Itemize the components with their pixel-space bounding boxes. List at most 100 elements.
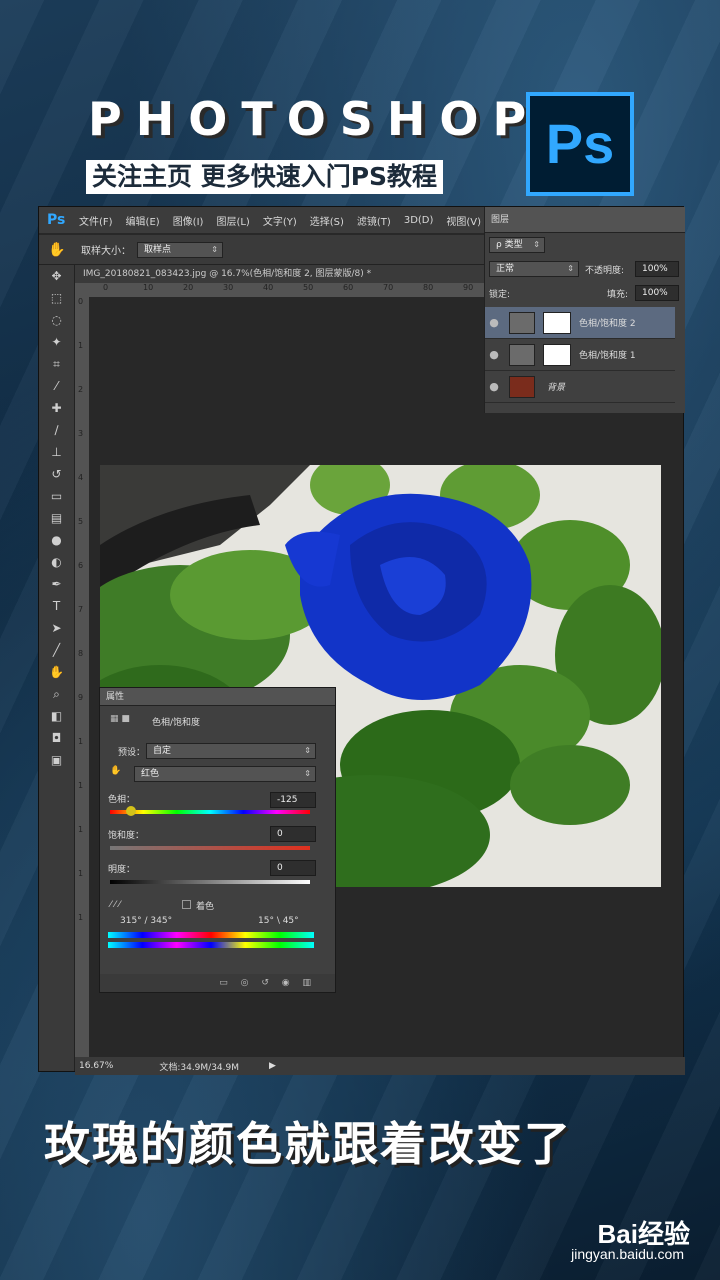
color-swatch-icon[interactable]: ◧	[39, 705, 74, 727]
ruler-tick: 2	[78, 385, 84, 394]
sample-size-label: 取样大小：	[81, 246, 131, 257]
visibility-icon[interactable]: ◉	[282, 978, 290, 988]
eye-icon[interactable]: ●	[485, 380, 503, 393]
opacity-label: 不透明度:	[585, 266, 625, 276]
ruler-tick: 0	[78, 297, 84, 306]
ruler-tick: 10	[143, 283, 154, 292]
result-spectrum-bar	[108, 942, 314, 948]
pen-tool-icon[interactable]: ✒	[39, 573, 74, 595]
lightness-label: 明度：	[108, 865, 136, 875]
lightness-field[interactable]: 0	[270, 860, 316, 876]
ruler-tick: 20	[183, 283, 194, 292]
menu-select[interactable]: 选择(S)	[310, 213, 344, 228]
eye-icon[interactable]: ●	[485, 348, 503, 361]
ruler-tick: 8	[78, 649, 84, 658]
layer-name: 色相/饱和度 1	[579, 351, 636, 361]
opacity-field[interactable]: 100%	[635, 261, 679, 277]
menu-filter[interactable]: 滤镜(T)	[357, 213, 391, 228]
colorize-label: 着色	[196, 902, 215, 912]
blur-tool-icon[interactable]: ●	[39, 529, 74, 551]
view-previous-icon[interactable]: ◎	[241, 978, 249, 988]
blend-mode-dropdown[interactable]: 正常	[489, 261, 579, 277]
menu-3d[interactable]: 3D(D)	[404, 215, 434, 226]
layer-name: 色相/饱和度 2	[579, 319, 636, 329]
status-arrow-icon[interactable]: ▶	[269, 1061, 276, 1071]
brush-tool-icon[interactable]: ∕	[39, 419, 74, 441]
horizontal-ruler: 0 10 20 30 40 50 60 70 80 90	[75, 283, 485, 297]
eye-icon[interactable]: ●	[485, 316, 503, 329]
document-tab[interactable]: IMG_20180821_083423.jpg @ 16.7%(色相/饱和度 2…	[75, 265, 485, 283]
layer-row-background[interactable]: ● 背景	[485, 371, 675, 403]
magic-wand-icon[interactable]: ✦	[39, 331, 74, 353]
preset-dropdown[interactable]: 自定	[146, 743, 316, 759]
layer-row-hue2[interactable]: ● 色相/饱和度 2	[485, 307, 675, 339]
source-spectrum-bar	[108, 932, 314, 938]
dodge-tool-icon[interactable]: ◐	[39, 551, 74, 573]
ruler-tick: 6	[78, 561, 84, 570]
line-tool-icon[interactable]: ╱	[39, 639, 74, 661]
fill-field[interactable]: 100%	[635, 285, 679, 301]
hue-slider[interactable]	[110, 810, 310, 814]
watermark-url: jingyan.baidu.com	[571, 1246, 684, 1262]
menu-edit[interactable]: 编辑(E)	[126, 213, 160, 228]
zoom-level[interactable]: 16.67%	[79, 1061, 113, 1071]
photoshop-window: Ps 文件(F) 编辑(E) 图像(I) 图层(L) 文字(Y) 选择(S) 滤…	[38, 206, 685, 1075]
layer-filter-dropdown[interactable]: ρ 类型	[489, 237, 545, 253]
hand-adjust-icon[interactable]: ✋	[110, 766, 121, 776]
gradient-tool-icon[interactable]: ▤	[39, 507, 74, 529]
eyedropper-tools-icon[interactable]: ⁄ ⁄ ⁄	[110, 900, 120, 910]
app-logo: Ps	[47, 212, 66, 228]
reset-icon[interactable]: ↺	[261, 978, 269, 988]
zoom-tool-icon[interactable]: ⌕	[39, 683, 74, 705]
ruler-tick: 4	[78, 473, 84, 482]
history-brush-icon[interactable]: ↺	[39, 463, 74, 485]
hue-slider-thumb[interactable]	[126, 806, 136, 816]
vertical-ruler: 0 1 2 3 4 5 6 7 8 9 1 1 1 1 1	[75, 297, 89, 1067]
caption: 玫瑰的颜色就跟着改变了	[44, 1117, 572, 1171]
adjustment-thumb	[509, 343, 535, 366]
saturation-field[interactable]: 0	[270, 826, 316, 842]
sample-size-dropdown[interactable]: 取样点	[137, 241, 223, 258]
trash-icon[interactable]: ▥	[302, 978, 311, 988]
layer-name: 背景	[547, 383, 566, 393]
ps-logo: Ps	[526, 92, 634, 196]
menu-layer[interactable]: 图层(L)	[216, 213, 249, 228]
background-thumb	[509, 375, 535, 398]
saturation-slider[interactable]	[110, 846, 310, 850]
move-tool-icon[interactable]: ✥	[39, 265, 74, 287]
ruler-tick: 7	[78, 605, 84, 614]
lasso-tool-icon[interactable]: ◌	[39, 309, 74, 331]
ruler-tick: 60	[343, 283, 354, 292]
layer-mask-thumb[interactable]	[543, 311, 571, 334]
ruler-tick: 40	[263, 283, 274, 292]
range-left: 315° / 345°	[120, 916, 173, 926]
menu-type[interactable]: 文字(Y)	[263, 213, 297, 228]
stamp-tool-icon[interactable]: ⊥	[39, 441, 74, 463]
screen-mode-icon[interactable]: ▣	[39, 749, 74, 771]
marquee-tool-icon[interactable]: ⬚	[39, 287, 74, 309]
toolbox: ✥ ⬚ ◌ ✦ ⌗ ⁄ ✚ ∕ ⊥ ↺ ▭ ▤ ● ◐ ✒ T ➤ ╱ ✋ ⌕ …	[39, 265, 75, 1071]
fill-label: 填充:	[607, 290, 629, 300]
preset-label: 预设：	[118, 748, 146, 758]
crop-tool-icon[interactable]: ⌗	[39, 353, 74, 375]
path-select-icon[interactable]: ➤	[39, 617, 74, 639]
colorize-checkbox[interactable]	[182, 900, 191, 909]
healing-brush-icon[interactable]: ✚	[39, 397, 74, 419]
hue-label: 色相：	[108, 795, 136, 805]
menu-image[interactable]: 图像(I)	[173, 213, 204, 228]
menu-view[interactable]: 视图(V)	[446, 213, 481, 228]
quick-mask-icon[interactable]: ◘	[39, 727, 74, 749]
lightness-slider[interactable]	[110, 880, 310, 884]
ruler-tick: 1	[78, 869, 84, 878]
menu-file[interactable]: 文件(F)	[79, 213, 113, 228]
eyedropper-icon[interactable]: ⁄	[39, 375, 74, 397]
type-tool-icon[interactable]: T	[39, 595, 74, 617]
hand-tool-icon[interactable]: ✋	[39, 242, 75, 258]
layer-row-hue1[interactable]: ● 色相/饱和度 1	[485, 339, 675, 371]
hue-field[interactable]: -125	[270, 792, 316, 808]
clip-icon[interactable]: ▭	[219, 978, 228, 988]
channel-dropdown[interactable]: 红色	[134, 766, 316, 782]
hand-tool-icon-2[interactable]: ✋	[39, 661, 74, 683]
layer-mask-thumb[interactable]	[543, 343, 571, 366]
eraser-icon[interactable]: ▭	[39, 485, 74, 507]
